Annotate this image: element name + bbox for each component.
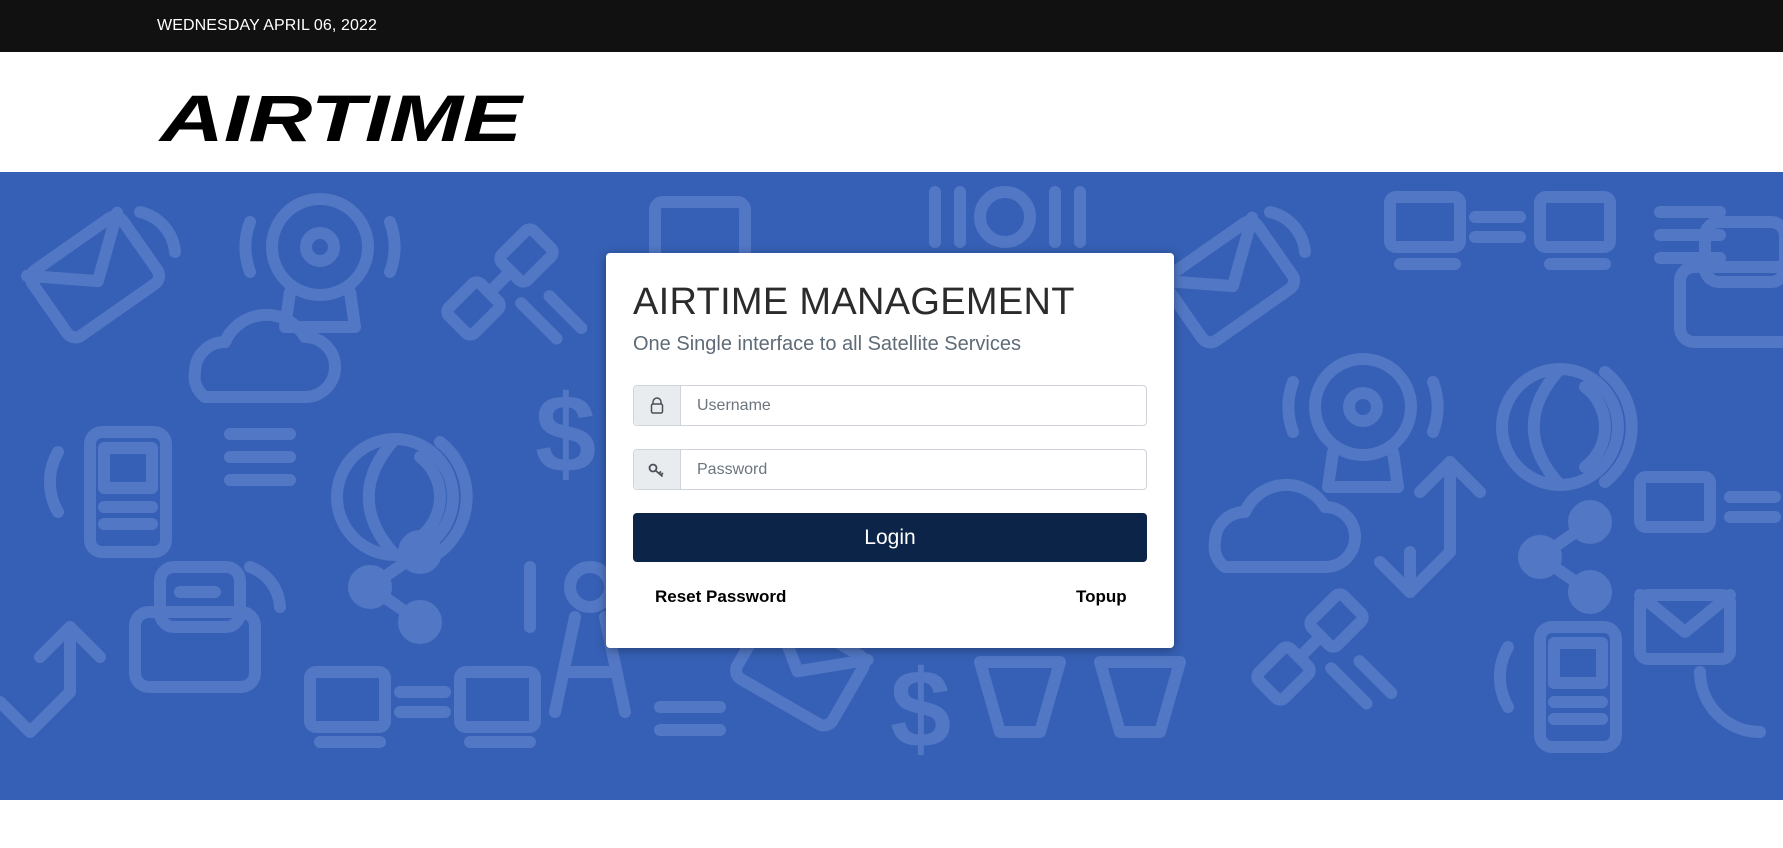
cloud-icon <box>1208 479 1361 573</box>
svg-text:AIRTIME: AIRTIME <box>158 89 525 145</box>
webcam-icon <box>239 193 401 333</box>
computer-exchange-icon <box>1384 191 1616 270</box>
user-lock-icon <box>634 386 681 425</box>
top-bar: WEDNESDAY APRIL 06, 2022 <box>0 0 1783 52</box>
airtime-logo[interactable]: AIRTIME <box>158 89 526 145</box>
chat-icon <box>129 561 286 693</box>
reset-password-link[interactable]: Reset Password <box>655 587 786 607</box>
login-button[interactable]: Login <box>633 513 1147 562</box>
key-icon <box>634 450 681 489</box>
mobile-phone-icon <box>1493 621 1622 753</box>
envelope-icon <box>21 206 166 344</box>
current-date: WEDNESDAY APRIL 06, 2022 <box>157 17 377 34</box>
envelope-icon <box>1634 589 1736 665</box>
svg-text:$: $ <box>890 648 951 771</box>
username-input-group <box>633 385 1147 426</box>
username-input[interactable] <box>682 386 1142 425</box>
satellite-icon <box>1251 588 1398 710</box>
webcam-icon <box>1282 353 1444 493</box>
site-header: AIRTIME <box>0 52 1783 172</box>
mobile-phone-icon <box>43 426 172 558</box>
share-icon <box>1518 500 1612 614</box>
computer-exchange-icon <box>1634 471 1781 533</box>
satellite-icon <box>441 223 588 345</box>
computer-exchange-icon <box>304 666 541 748</box>
page-subtitle: One Single interface to all Satellite Se… <box>633 333 1021 355</box>
login-card: AIRTIME MANAGEMENT One Single interface … <box>606 253 1174 648</box>
password-input[interactable] <box>682 450 1142 489</box>
transfer-arrows-icon <box>0 621 106 738</box>
svg-text:$: $ <box>535 373 596 496</box>
page-title: AIRTIME MANAGEMENT <box>633 281 1075 323</box>
globe-icon <box>331 433 473 561</box>
topup-link[interactable]: Topup <box>1076 587 1127 607</box>
password-input-group <box>633 449 1147 490</box>
globe-icon <box>1496 363 1638 491</box>
envelope-icon <box>1156 211 1301 349</box>
